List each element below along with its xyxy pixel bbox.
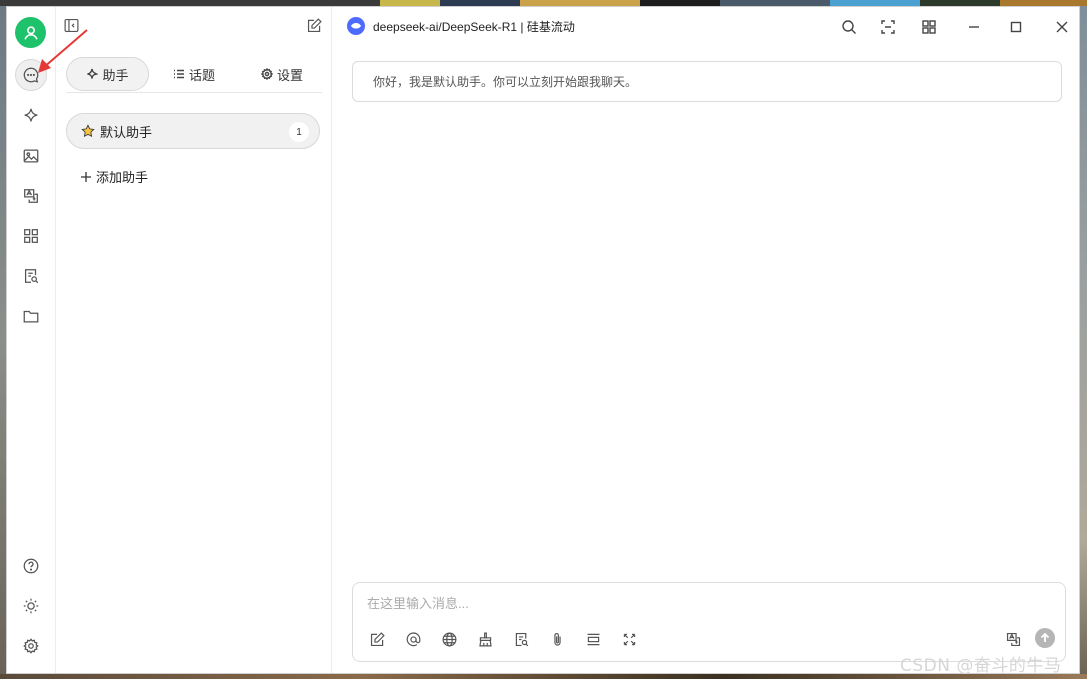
assistant-item-default[interactable]: 默认助手 1	[66, 113, 320, 149]
knowledge-icon	[24, 269, 39, 284]
search-icon	[842, 20, 856, 34]
globe-icon	[442, 632, 456, 646]
nav-help[interactable]	[15, 550, 47, 582]
topic-count-badge: 1	[289, 122, 309, 142]
tab-settings-label: 设置	[276, 67, 303, 83]
gear-icon	[23, 638, 39, 654]
tab-assistant[interactable]: 助手	[66, 57, 149, 91]
close-button[interactable]	[1052, 17, 1072, 37]
attachment-tool[interactable]	[547, 629, 567, 649]
nav-theme[interactable]	[15, 590, 47, 622]
clear-messages-tool[interactable]	[583, 629, 603, 649]
arrow-up-icon	[1040, 632, 1050, 642]
toggle-sidebar-button[interactable]	[63, 17, 80, 37]
fullscreen-icon	[623, 633, 635, 645]
maximize-button[interactable]	[1006, 17, 1026, 37]
new-topic-tool[interactable]	[367, 629, 387, 649]
add-assistant-button[interactable]: 添加助手	[80, 167, 148, 186]
user-icon	[23, 25, 38, 40]
broom-icon	[478, 632, 492, 646]
chat-icon	[23, 67, 39, 83]
nav-settings[interactable]	[15, 630, 47, 662]
star-icon	[81, 124, 95, 138]
watermark: CSDN @奋斗的牛马	[900, 656, 1062, 676]
mini-apps-button[interactable]	[919, 17, 939, 37]
assistant-tabs: 助手 话题 设置	[66, 57, 322, 93]
sidebar-toggle-icon	[64, 18, 79, 33]
web-search-tool[interactable]	[439, 629, 459, 649]
gear-icon	[260, 68, 273, 80]
at-icon	[406, 631, 420, 646]
help-icon	[23, 558, 39, 574]
nav-knowledge[interactable]	[15, 260, 47, 292]
model-name: deepseek-ai/DeepSeek-R1 | 硅基流动	[373, 19, 575, 34]
apps-icon	[24, 229, 38, 243]
tab-topics-label: 话题	[188, 67, 215, 83]
nav-rail	[7, 7, 56, 673]
tab-assistant-label: 助手	[102, 67, 129, 83]
send-button[interactable]	[1035, 628, 1055, 648]
translate-icon	[1006, 632, 1020, 646]
narrow-mode-button[interactable]	[878, 17, 898, 37]
tab-topics[interactable]: 话题	[154, 57, 234, 91]
minimize-button[interactable]	[964, 17, 984, 37]
maximize-icon	[1010, 21, 1022, 33]
clear-context-tool[interactable]	[475, 629, 495, 649]
assistant-item-label: 默认助手	[100, 124, 153, 140]
close-icon	[1056, 21, 1068, 33]
knowledge-icon	[515, 632, 528, 646]
chat-header: deepseek-ai/DeepSeek-R1 | 硅基流动	[332, 7, 1079, 47]
knowledge-base-tool[interactable]	[511, 629, 531, 649]
nav-paintings[interactable]	[15, 140, 47, 172]
image-icon	[23, 149, 39, 163]
nav-translate[interactable]	[15, 180, 47, 212]
nav-chat[interactable]	[15, 59, 47, 91]
message-input[interactable]	[367, 593, 1047, 613]
sparkle-icon	[24, 108, 38, 122]
app-window: 助手 话题 设置 默认助手 1 添加助手 deepseek-ai/DeepSee…	[6, 6, 1080, 674]
whale-icon	[351, 23, 361, 29]
translate-icon	[24, 189, 38, 203]
sun-icon	[23, 598, 39, 614]
tab-settings[interactable]: 设置	[242, 57, 322, 91]
sparkle-icon	[87, 68, 99, 79]
message-input-box	[352, 582, 1066, 662]
divider-icon	[587, 633, 599, 645]
chat-main: deepseek-ai/DeepSeek-R1 | 硅基流动 你好，我是默认助手…	[332, 7, 1079, 673]
expand-icon	[881, 20, 895, 34]
nav-files[interactable]	[15, 300, 47, 332]
avatar[interactable]	[15, 17, 46, 48]
greeting-text: 你好，我是默认助手。你可以立刻开始跟我聊天。	[373, 75, 638, 89]
assistant-greeting-message: 你好，我是默认助手。你可以立刻开始跟我聊天。	[352, 61, 1062, 102]
mention-model-tool[interactable]	[403, 629, 423, 649]
edit-icon	[370, 631, 385, 646]
add-assistant-label: 添加助手	[96, 170, 149, 185]
nav-apps[interactable]	[15, 220, 47, 252]
search-button[interactable]	[839, 17, 859, 37]
model-selector[interactable]: deepseek-ai/DeepSeek-R1 | 硅基流动	[347, 17, 575, 35]
plus-icon	[81, 171, 91, 182]
new-topic-button[interactable]	[306, 17, 323, 37]
nav-agents[interactable]	[15, 100, 47, 132]
list-icon	[173, 69, 184, 79]
paperclip-icon	[553, 632, 561, 646]
deepseek-logo-icon	[347, 17, 365, 35]
edit-icon	[307, 18, 322, 33]
folder-icon	[23, 310, 39, 323]
desktop-right-strip	[1080, 6, 1087, 674]
translate-tool[interactable]	[1003, 629, 1023, 649]
minimize-icon	[969, 26, 979, 28]
assistant-panel: 助手 话题 设置 默认助手 1 添加助手	[56, 7, 332, 673]
grid-icon	[922, 20, 936, 34]
fullscreen-tool[interactable]	[619, 629, 639, 649]
